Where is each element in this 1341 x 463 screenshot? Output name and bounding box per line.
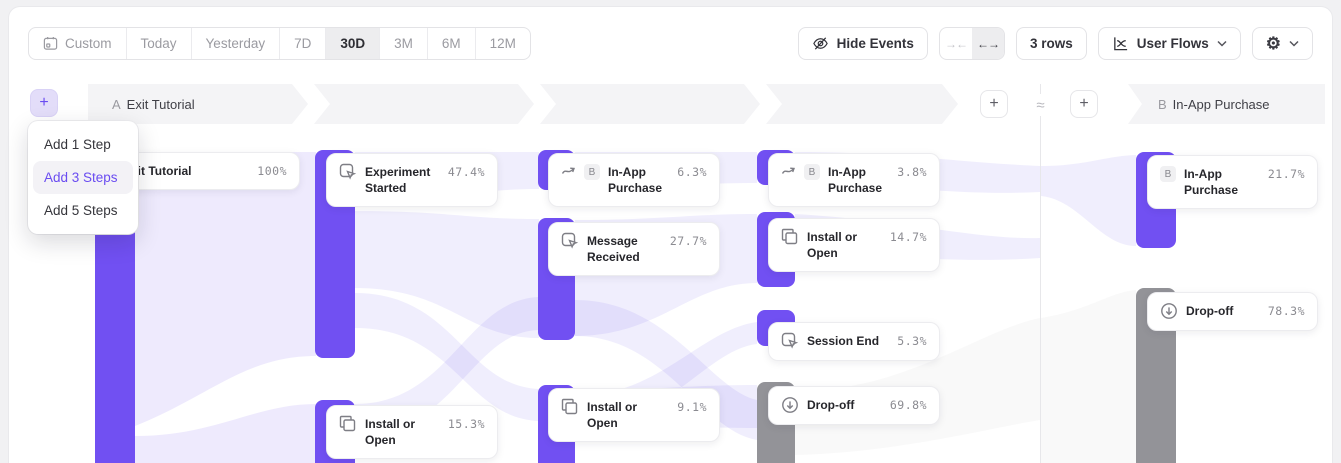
step-band-segment-2[interactable] xyxy=(314,84,534,124)
view-selector-button[interactable]: User Flows xyxy=(1098,27,1241,60)
step-b-header: B In-App Purchase xyxy=(1158,84,1270,124)
node-label: Install or Open xyxy=(365,416,440,448)
node-value: 27.7% xyxy=(670,233,707,248)
node-value: 47.4% xyxy=(448,164,485,179)
node-card-drop-off-69[interactable]: Drop-off 69.8% xyxy=(768,386,940,425)
node-label: In-App Purchase xyxy=(608,164,669,196)
step-band-segment-4[interactable] xyxy=(766,84,958,124)
step-band-segment-3[interactable] xyxy=(540,84,760,124)
node-label: Experiment Started xyxy=(365,164,440,196)
expand-columns-button[interactable]: ←→ xyxy=(972,28,1004,59)
node-card-install-or-open-15[interactable]: Install or Open 15.3% xyxy=(326,405,498,459)
add-steps-menu: Add 1 Step Add 3 Steps Add 5 Steps xyxy=(28,121,138,234)
step-a-header: A Exit Tutorial xyxy=(112,84,195,124)
node-card-in-app-purchase-6[interactable]: B In-App Purchase 6.3% xyxy=(548,153,720,207)
user-flows-app: Custom Today Yesterday 7D 30D 3M 6M 12M … xyxy=(0,0,1341,463)
toolbar: Custom Today Yesterday 7D 30D 3M 6M 12M … xyxy=(28,27,1313,60)
date-range-today[interactable]: Today xyxy=(127,28,192,59)
node-card-install-or-open-9[interactable]: Install or Open 9.1% xyxy=(548,388,720,442)
rows-button[interactable]: 3 rows xyxy=(1016,27,1087,60)
menu-item-add-3-steps[interactable]: Add 3 Steps xyxy=(33,161,133,194)
flow-arrow-icon xyxy=(561,163,576,178)
step-letter-a: A xyxy=(112,97,121,112)
drop-off-icon xyxy=(1160,302,1178,320)
chevron-down-icon xyxy=(1289,40,1299,47)
node-card-in-app-purchase-3[interactable]: B In-App Purchase 3.8% xyxy=(768,153,940,207)
chevron-down-icon xyxy=(1217,40,1227,47)
eye-off-icon xyxy=(812,35,829,52)
node-label: Install or Open xyxy=(587,399,669,431)
node-label: In-App Purchase xyxy=(1184,166,1260,198)
node-label: Drop-off xyxy=(807,397,882,413)
active-event-icon xyxy=(561,232,579,250)
node-card-in-app-purchase-21[interactable]: B In-App Purchase 21.7% xyxy=(1147,155,1318,209)
collapse-columns-button[interactable]: →← xyxy=(940,28,972,59)
active-event-icon xyxy=(781,332,799,350)
node-card-message-received[interactable]: Message Received 27.7% xyxy=(548,222,720,276)
step-a-label: Exit Tutorial xyxy=(127,97,195,112)
approx-separator: ≈ xyxy=(1028,94,1053,116)
node-value: 5.3% xyxy=(897,333,927,348)
collapse-expand-toggle: →← ←→ xyxy=(939,27,1005,60)
node-label: Install or Open xyxy=(807,229,882,261)
node-value: 6.3% xyxy=(677,164,707,179)
date-range-3m[interactable]: 3M xyxy=(380,28,428,59)
gear-icon: ⚙ xyxy=(1266,35,1281,52)
node-label: Session End xyxy=(807,333,889,349)
install-open-icon xyxy=(561,398,579,416)
node-label: Message Received xyxy=(587,233,662,265)
node-value: 3.8% xyxy=(897,164,927,179)
date-range-12m[interactable]: 12M xyxy=(476,28,530,59)
user-flows-chart-icon xyxy=(1112,35,1129,52)
menu-item-add-5-steps[interactable]: Add 5 Steps xyxy=(33,194,133,227)
node-value: 100% xyxy=(257,163,287,178)
node-card-install-or-open-14[interactable]: Install or Open 14.7% xyxy=(768,218,940,272)
step-b-label: In-App Purchase xyxy=(1173,97,1270,112)
date-range-label: Custom xyxy=(65,36,112,51)
arrows-inward-icon: →← xyxy=(945,37,967,51)
node-value: 14.7% xyxy=(890,229,927,244)
hide-events-label: Hide Events xyxy=(837,36,914,51)
drop-off-icon xyxy=(781,396,799,414)
arrows-outward-icon: ←→ xyxy=(977,37,999,51)
settings-button[interactable]: ⚙ xyxy=(1252,27,1313,60)
date-range-yesterday[interactable]: Yesterday xyxy=(192,28,281,59)
add-step-button-middle[interactable]: + xyxy=(980,90,1008,118)
date-range-7d[interactable]: 7D xyxy=(280,28,326,59)
step-b-badge: B xyxy=(1160,166,1176,182)
date-range-30d[interactable]: 30D xyxy=(326,28,380,59)
calendar-icon xyxy=(43,36,58,51)
node-card-drop-off-78[interactable]: Drop-off 78.3% xyxy=(1147,292,1318,331)
step-letter-b: B xyxy=(1158,97,1167,112)
node-card-session-end[interactable]: Session End 5.3% xyxy=(768,322,940,361)
node-card-experiment-started[interactable]: Experiment Started 47.4% xyxy=(326,153,498,207)
section-divider xyxy=(1040,84,1041,463)
node-card-exit-tutorial[interactable]: Exit Tutorial 100% xyxy=(110,152,300,190)
add-step-button-left[interactable]: + xyxy=(30,89,58,117)
view-selector-label: User Flows xyxy=(1137,36,1209,51)
flow-arrow-icon xyxy=(781,163,796,178)
toolbar-right-group: Hide Events →← ←→ 3 rows xyxy=(798,27,1313,60)
step-b-badge: B xyxy=(804,164,820,180)
date-range-6m[interactable]: 6M xyxy=(428,28,476,59)
node-value: 69.8% xyxy=(890,397,927,412)
node-value: 78.3% xyxy=(1268,303,1305,318)
node-value: 21.7% xyxy=(1268,166,1305,181)
add-step-button-right[interactable]: + xyxy=(1070,90,1098,118)
node-value: 9.1% xyxy=(677,399,707,414)
date-range-selector: Custom Today Yesterday 7D 30D 3M 6M 12M xyxy=(28,27,531,60)
install-open-icon xyxy=(781,228,799,246)
rows-label: 3 rows xyxy=(1030,36,1073,51)
node-value: 15.3% xyxy=(448,416,485,431)
node-label: Exit Tutorial xyxy=(123,163,249,179)
hide-events-button[interactable]: Hide Events xyxy=(798,27,928,60)
active-event-icon xyxy=(339,163,357,181)
step-b-badge: B xyxy=(584,164,600,180)
install-open-icon xyxy=(339,415,357,433)
date-range-custom[interactable]: Custom xyxy=(29,28,127,59)
node-label: Drop-off xyxy=(1186,303,1260,319)
menu-item-add-1-step[interactable]: Add 1 Step xyxy=(33,128,133,161)
node-label: In-App Purchase xyxy=(828,164,889,196)
